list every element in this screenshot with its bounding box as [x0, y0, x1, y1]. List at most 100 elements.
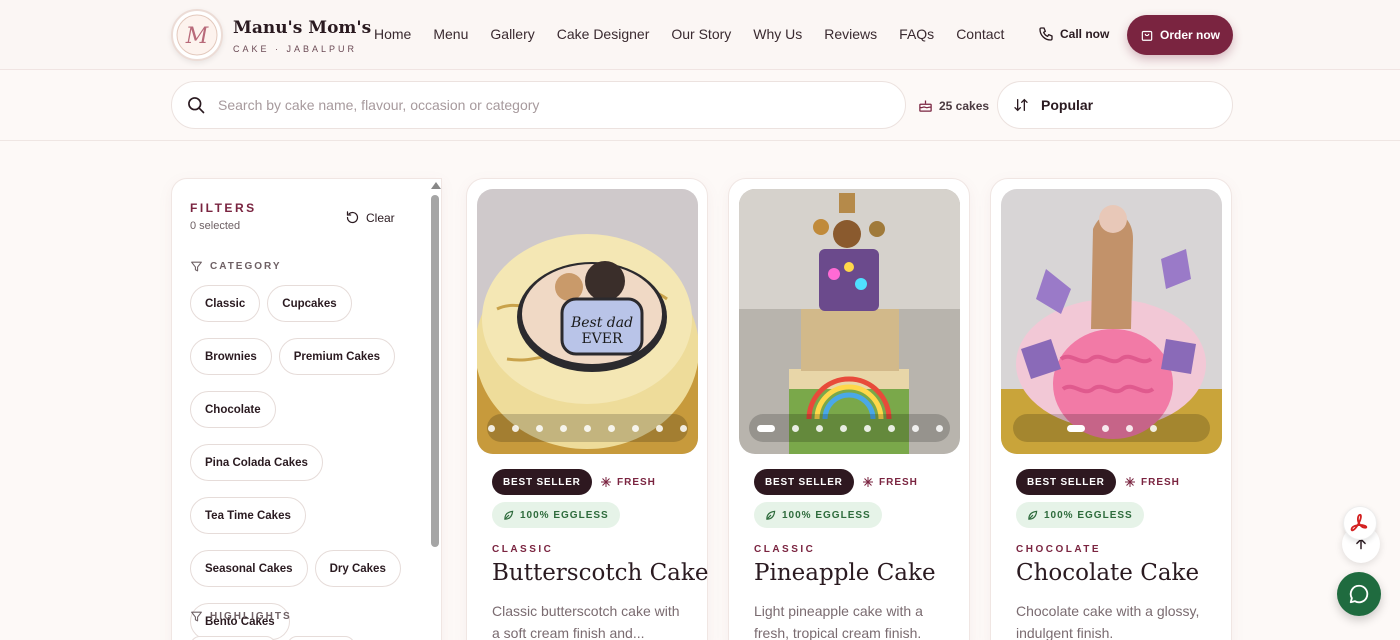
fresh-badge: FRESH [600, 476, 656, 488]
chip-classic[interactable]: Classic [190, 285, 261, 322]
clear-label: Clear [366, 210, 395, 225]
nav-reviews[interactable]: Reviews [824, 26, 877, 42]
product-category: CLASSIC [492, 544, 554, 555]
chip-tea-time-cakes[interactable]: Tea Time Cakes [190, 497, 306, 534]
chip-pina-colada-cakes[interactable]: Pina Colada Cakes [190, 444, 323, 481]
nav-home[interactable]: Home [374, 26, 411, 42]
nav-gallery[interactable]: Gallery [490, 26, 534, 42]
carousel-dot[interactable] [536, 424, 543, 432]
carousel-dot[interactable] [584, 424, 591, 432]
fresh-label: FRESH [879, 476, 918, 488]
carousel-dot[interactable] [632, 424, 639, 432]
nav-cake-designer[interactable]: Cake Designer [557, 26, 650, 42]
carousel-dot[interactable] [608, 424, 615, 432]
order-now-button[interactable]: Order now [1127, 15, 1233, 55]
carousel-dot[interactable] [680, 424, 687, 432]
nav-why-us[interactable]: Why Us [753, 26, 802, 42]
chat-button[interactable] [1337, 572, 1381, 616]
order-now-label: Order now [1159, 28, 1220, 42]
carousel-dot[interactable] [1149, 424, 1157, 432]
brand-name[interactable]: Manu's Mom's [233, 18, 371, 38]
chip-brownies[interactable]: Brownies [190, 338, 272, 375]
product-name[interactable]: Butterscotch Cake [492, 560, 708, 586]
leaf-icon [504, 510, 514, 520]
search-box[interactable] [171, 81, 906, 129]
nav-menu[interactable]: Menu [433, 26, 468, 42]
category-heading-label: CATEGORY [210, 261, 282, 272]
chip-premium-cakes[interactable]: Premium Cakes [278, 338, 396, 375]
carousel-dot[interactable] [656, 424, 663, 432]
call-now-button[interactable]: Call now [1038, 26, 1109, 42]
cake-icon [919, 100, 932, 112]
highlights-heading: HIGHLIGHTS [190, 610, 292, 623]
scroll-up-arrow-icon[interactable] [431, 182, 441, 189]
product-name[interactable]: Pineapple Cake [754, 560, 936, 586]
brand-logo[interactable]: M [171, 9, 223, 61]
carousel-dot[interactable] [839, 424, 847, 432]
chip-dry-cakes[interactable]: Dry Cakes [314, 550, 401, 587]
carousel-dot[interactable] [863, 424, 871, 432]
category-heading: CATEGORY [190, 260, 282, 273]
highlight-chip[interactable] [287, 636, 355, 640]
carousel-dot-active[interactable] [756, 424, 775, 432]
cake-count: 25 cakes [918, 98, 989, 113]
chip-chocolate[interactable]: Chocolate [190, 391, 276, 428]
carousel-dot[interactable] [815, 424, 823, 432]
best-seller-badge: BEST SELLER [492, 469, 592, 495]
cake-text-line-2: EVER [581, 331, 623, 347]
search-input[interactable] [218, 97, 858, 113]
carousel-dot[interactable] [887, 424, 895, 432]
filters-selected-count: 0 selected [190, 220, 241, 232]
sort-icon [1014, 98, 1028, 112]
carousel-dot[interactable] [791, 424, 799, 432]
chat-icon [1349, 584, 1369, 604]
bag-icon [1141, 30, 1153, 41]
best-seller-badge: BEST SELLER [1016, 469, 1116, 495]
clear-filters-button[interactable]: Clear [345, 210, 395, 225]
cake-text-line-1: Best dad [570, 315, 633, 331]
carousel-dot[interactable] [1125, 424, 1133, 432]
product-name[interactable]: Chocolate Cake [1016, 560, 1199, 586]
filter-icon [191, 261, 202, 272]
carousel-dot[interactable] [911, 424, 919, 432]
eggless-label: 100% EGGLESS [520, 509, 609, 521]
nav-contact[interactable]: Contact [956, 26, 1004, 42]
call-now-label: Call now [1060, 27, 1110, 41]
sparkle-icon [863, 477, 873, 487]
chip-cupcakes[interactable]: Cupcakes [267, 285, 352, 322]
pdf-button[interactable] [1343, 506, 1377, 540]
product-card[interactable]: BEST SELLER FRESH 100% EGGLESS CHOCOLATE… [990, 178, 1232, 640]
carousel-dot[interactable] [935, 424, 943, 432]
product-image[interactable] [739, 189, 960, 454]
highlight-chip[interactable] [190, 636, 276, 640]
product-image[interactable]: Best dad EVER [477, 189, 698, 454]
carousel-dot[interactable] [1101, 424, 1109, 432]
carousel-dot[interactable] [512, 424, 519, 432]
nav-our-story[interactable]: Our Story [671, 26, 731, 42]
sort-dropdown[interactable]: Popular [997, 81, 1233, 129]
product-description: Classic butterscotch cake with a soft cr… [492, 603, 680, 640]
product-card[interactable]: BEST SELLER FRESH 100% EGGLESS CLASSIC P… [728, 178, 970, 640]
scroll-thumb[interactable] [431, 195, 439, 547]
eggless-label: 100% EGGLESS [1044, 509, 1133, 521]
product-description: Chocolate cake with a glossy, indulgent … [1016, 603, 1200, 640]
fresh-label: FRESH [1141, 476, 1180, 488]
refresh-icon [346, 211, 359, 224]
logo-emblem-icon: M [176, 14, 218, 56]
phone-icon [1039, 27, 1053, 41]
product-image[interactable] [1001, 189, 1222, 454]
category-chips: Classic Cupcakes Brownies Premium Cakes … [190, 285, 420, 640]
chip-seasonal-cakes[interactable]: Seasonal Cakes [190, 550, 308, 587]
carousel-dot[interactable] [488, 424, 495, 432]
fresh-badge: FRESH [862, 476, 918, 488]
carousel-dot-active[interactable] [1066, 424, 1085, 432]
image-carousel-dots [749, 414, 950, 442]
nav-faqs[interactable]: FAQs [899, 26, 934, 42]
eggless-label: 100% EGGLESS [782, 509, 871, 521]
filters-scrollbar[interactable] [429, 180, 441, 640]
carousel-dot[interactable] [560, 424, 567, 432]
cake-count-label: 25 cakes [939, 98, 990, 113]
site-header: M Manu's Mom's CAKE · JABALPUR Home Menu… [0, 0, 1400, 70]
product-card[interactable]: Best dad EVER BEST SELLER FRESH 100% EGG… [466, 178, 708, 640]
filters-title: FILTERS [190, 201, 257, 215]
